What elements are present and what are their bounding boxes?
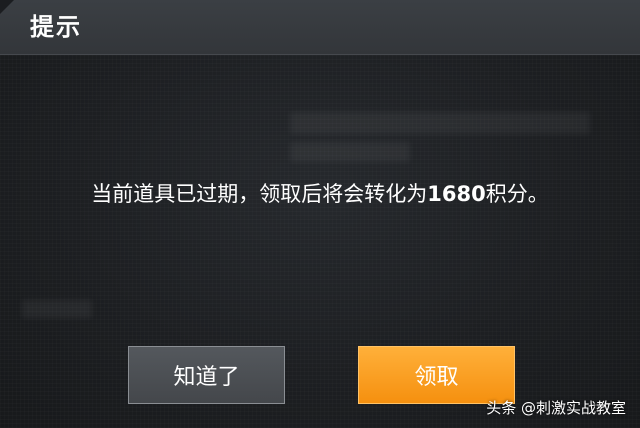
header-corner-notch bbox=[0, 0, 14, 14]
background-blur bbox=[22, 300, 92, 318]
expired-item-dialog: 提示 当前道具已过期，领取后将会转化为1680积分。 知道了 领取 头条 @刺激… bbox=[0, 0, 640, 428]
background-blur bbox=[290, 142, 410, 162]
dialog-message: 当前道具已过期，领取后将会转化为1680积分。 bbox=[0, 178, 640, 210]
dialog-header: 提示 bbox=[0, 0, 640, 55]
background-blur bbox=[290, 112, 590, 134]
points-amount: 1680 bbox=[427, 182, 486, 206]
acknowledge-button-label: 知道了 bbox=[173, 365, 240, 390]
watermark-text: 头条 @刺激实战教室 bbox=[486, 399, 626, 417]
claim-button[interactable]: 领取 bbox=[358, 346, 515, 404]
acknowledge-button[interactable]: 知道了 bbox=[128, 346, 285, 404]
message-prefix: 当前道具已过期，领取后将会转化为 bbox=[91, 182, 428, 206]
message-suffix: 积分。 bbox=[485, 182, 549, 206]
claim-button-label: 领取 bbox=[414, 365, 459, 390]
dialog-title: 提示 bbox=[30, 13, 82, 41]
